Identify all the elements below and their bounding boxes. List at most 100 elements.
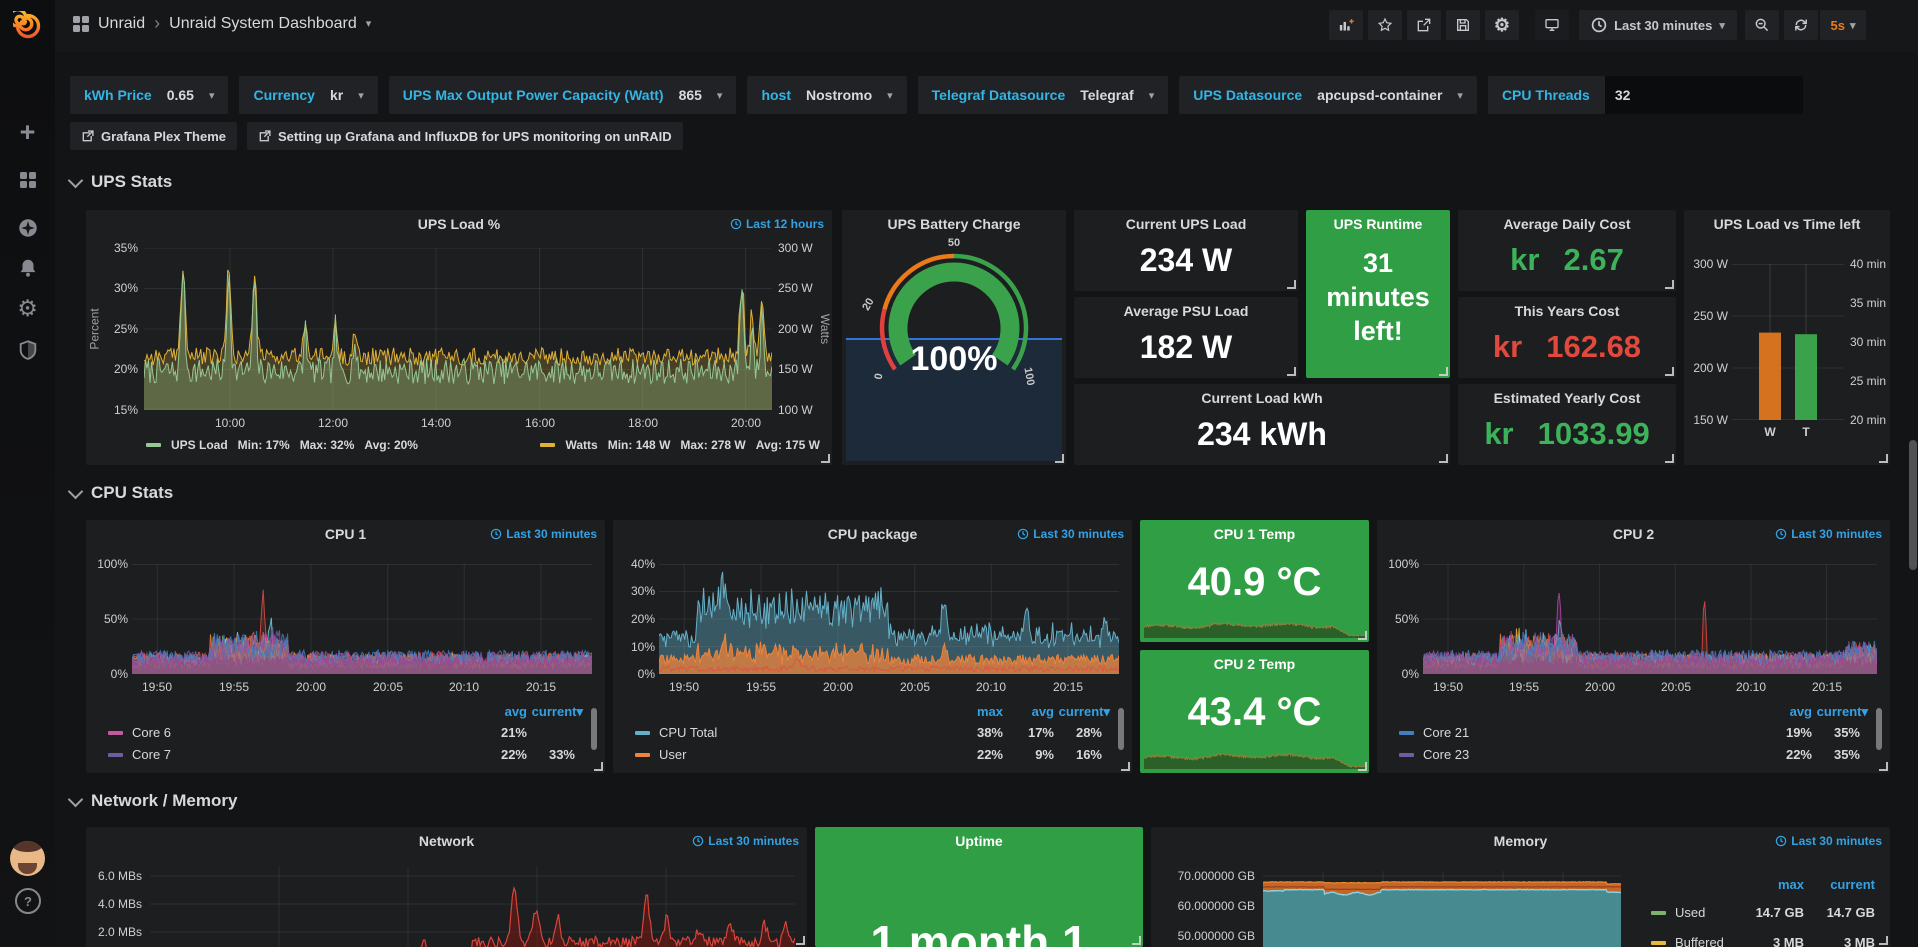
- server-admin-shield-icon[interactable]: [0, 330, 55, 370]
- add-panel-button[interactable]: [1329, 10, 1363, 40]
- panel-title[interactable]: CPU 1 Temp: [1140, 526, 1369, 542]
- panel-time-range[interactable]: Last 30 minutes: [692, 834, 799, 848]
- currency-prefix: kr: [1493, 329, 1522, 365]
- legend-item-watts[interactable]: Watts Min: 148 W Max: 278 W Avg: 175 W: [540, 438, 820, 452]
- series-max: 38%: [953, 725, 1003, 740]
- x-tick: 16:00: [515, 416, 565, 430]
- panel-title[interactable]: UPS Load vs Time left: [1684, 216, 1890, 232]
- panel-title[interactable]: Uptime: [815, 833, 1143, 849]
- variable-value[interactable]: Nostromo: [806, 87, 872, 103]
- save-button[interactable]: [1446, 10, 1480, 40]
- x-tick: 19:50: [1426, 680, 1470, 694]
- help-icon[interactable]: ?: [15, 888, 41, 914]
- alerting-bell-icon[interactable]: [0, 248, 55, 288]
- breadcrumb-root[interactable]: Unraid: [98, 15, 145, 33]
- section-ups-stats[interactable]: UPS Stats: [70, 172, 172, 192]
- legend-col-current[interactable]: current▾: [1044, 704, 1110, 720]
- legend-scrollbar[interactable]: [1876, 708, 1882, 750]
- stat-value: 31 minutes left!: [1306, 246, 1450, 348]
- legend-col-current[interactable]: current▾: [1802, 704, 1868, 720]
- cpu-threads-input[interactable]: 32: [1605, 76, 1803, 114]
- dashboard-grid-icon[interactable]: [73, 16, 89, 32]
- legend-col-max[interactable]: max: [953, 704, 1003, 719]
- save-icon: [1455, 17, 1471, 33]
- grafana-logo[interactable]: [0, 6, 55, 46]
- variable-ups-datasource[interactable]: UPS Datasource apcupsd-container ▾: [1179, 76, 1477, 114]
- variable-value[interactable]: apcupsd-container: [1317, 87, 1442, 103]
- search-minus-icon: [1754, 17, 1770, 33]
- variable-ups-max-output[interactable]: UPS Max Output Power Capacity (Watt) 865…: [389, 76, 737, 114]
- legend-item-ups-load[interactable]: UPS Load Min: 17% Max: 32% Avg: 20%: [146, 438, 418, 452]
- panel-title[interactable]: UPS Load %: [86, 216, 832, 232]
- panel-title[interactable]: UPS Battery Charge: [842, 216, 1066, 232]
- refresh-interval-picker[interactable]: 5s ▾: [1820, 10, 1866, 40]
- clock-icon: [1775, 528, 1787, 540]
- breadcrumb-current[interactable]: Unraid System Dashboard: [169, 15, 357, 33]
- section-cpu-stats[interactable]: CPU Stats: [70, 483, 173, 503]
- panel-time-range[interactable]: Last 30 minutes: [1775, 834, 1882, 848]
- series-name[interactable]: Buffered: [1675, 935, 1724, 947]
- panel-title[interactable]: Current UPS Load: [1074, 216, 1298, 232]
- series-swatch: [635, 731, 650, 735]
- zoom-out-button[interactable]: [1745, 10, 1779, 40]
- create-icon[interactable]: +: [0, 112, 55, 152]
- bar-label: W: [1760, 425, 1780, 439]
- panel-title[interactable]: Current Load kWh: [1074, 390, 1450, 406]
- legend-col-max[interactable]: max: [1744, 877, 1804, 892]
- variable-label: kWh Price: [84, 87, 152, 103]
- panel-title[interactable]: CPU 2 Temp: [1140, 656, 1369, 672]
- series-name[interactable]: UPS Load: [171, 438, 228, 452]
- link-grafana-plex-theme[interactable]: Grafana Plex Theme: [70, 122, 237, 150]
- legend-col-current[interactable]: current: [1809, 877, 1875, 892]
- variable-value[interactable]: 0.65: [167, 87, 194, 103]
- explore-icon[interactable]: [0, 208, 55, 248]
- link-ups-monitoring-guide[interactable]: Setting up Grafana and InfluxDB for UPS …: [247, 122, 683, 150]
- refresh-button[interactable]: [1784, 10, 1818, 40]
- time-range-picker[interactable]: Last 30 minutes ▾: [1579, 10, 1737, 40]
- page-scrollbar[interactable]: [1909, 0, 1917, 947]
- panel-time-range[interactable]: Last 30 minutes: [490, 527, 597, 541]
- legend-scrollbar[interactable]: [1118, 708, 1124, 750]
- variable-telegraf-datasource[interactable]: Telegraf Datasource Telegraf ▾: [918, 76, 1169, 114]
- series-name[interactable]: Core 21: [1423, 725, 1469, 740]
- series-avg: 21%: [475, 725, 527, 740]
- series-swatch: [1399, 753, 1414, 757]
- dashboards-icon[interactable]: [0, 160, 55, 200]
- variable-kwh-price[interactable]: kWh Price 0.65 ▾: [70, 76, 228, 114]
- series-name[interactable]: Watts: [565, 438, 597, 452]
- series-name[interactable]: Core 23: [1423, 747, 1469, 762]
- chevron-down-icon[interactable]: ▾: [366, 17, 372, 30]
- panel-title[interactable]: Estimated Yearly Cost: [1458, 390, 1676, 406]
- series-name[interactable]: Core 6: [132, 725, 171, 740]
- share-button[interactable]: [1407, 10, 1441, 40]
- panel-title[interactable]: This Years Cost: [1458, 303, 1676, 319]
- panel-title[interactable]: Average Daily Cost: [1458, 216, 1676, 232]
- variable-value[interactable]: 865: [679, 87, 702, 103]
- scrollbar-thumb[interactable]: [1909, 440, 1917, 570]
- series-name[interactable]: Used: [1675, 905, 1705, 920]
- cycle-view-button[interactable]: [1535, 10, 1569, 40]
- configuration-gear-icon[interactable]: ⚙: [0, 288, 55, 328]
- variable-value[interactable]: kr: [330, 87, 343, 103]
- legend-scrollbar[interactable]: [591, 708, 597, 750]
- legend-col-current[interactable]: current▾: [517, 704, 583, 720]
- user-avatar[interactable]: [10, 841, 45, 876]
- settings-button[interactable]: ⚙: [1485, 10, 1519, 40]
- variable-value[interactable]: Telegraf: [1080, 87, 1133, 103]
- series-name[interactable]: CPU Total: [659, 725, 717, 740]
- panel-title[interactable]: UPS Runtime: [1306, 216, 1450, 232]
- panel-time-range[interactable]: Last 30 minutes: [1017, 527, 1124, 541]
- bar-label: T: [1796, 425, 1816, 439]
- panel-time-range[interactable]: Last 12 hours: [730, 217, 824, 231]
- y-tick: 300 W: [1686, 257, 1728, 271]
- series-name[interactable]: User: [659, 747, 686, 762]
- variable-host[interactable]: host Nostromo ▾: [747, 76, 906, 114]
- section-network-memory[interactable]: Network / Memory: [70, 791, 237, 811]
- series-current: 3 MB: [1809, 935, 1875, 947]
- panel-time-range[interactable]: Last 30 minutes: [1775, 527, 1882, 541]
- panel-title[interactable]: Average PSU Load: [1074, 303, 1298, 319]
- y-tick: 250 W: [1686, 309, 1728, 323]
- star-button[interactable]: [1368, 10, 1402, 40]
- series-name[interactable]: Core 7: [132, 747, 171, 762]
- variable-currency[interactable]: Currency kr ▾: [239, 76, 377, 114]
